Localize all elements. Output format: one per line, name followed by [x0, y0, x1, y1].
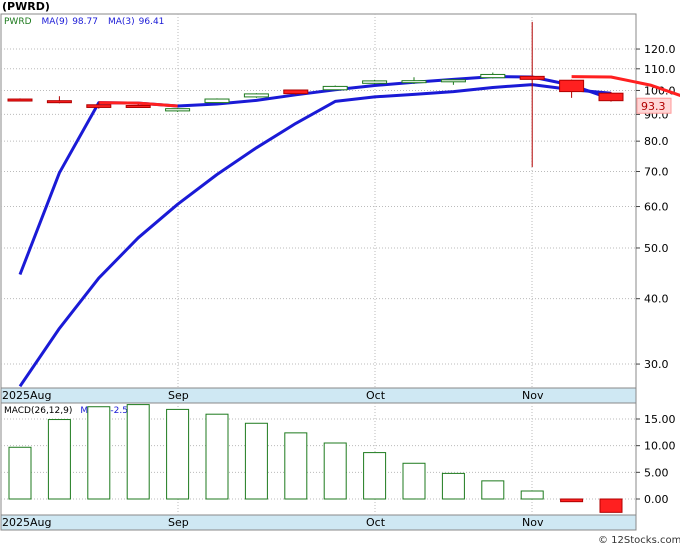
indicator-value: 96.41 — [139, 17, 165, 27]
macd-title: MACD(26,12,9) — [4, 406, 72, 416]
price-ytick-label: 40.0 — [644, 293, 669, 306]
candle-body — [243, 93, 269, 98]
price-ytick-label: 80.0 — [644, 135, 669, 148]
price-plot-frame — [0, 13, 637, 389]
candle-body — [519, 75, 545, 80]
candle-body — [480, 73, 506, 79]
indicator-value: 98.77 — [72, 17, 98, 27]
macd-ytick-label: 10.00 — [644, 440, 676, 453]
macd-xtick-label: Sep — [168, 516, 189, 529]
price-legend: PWRD MA(9) 98.77 MA(3) 96.41 — [4, 17, 164, 27]
candle-body — [598, 92, 624, 102]
price-xtick-label: Sep — [168, 389, 189, 402]
macd-bar — [8, 446, 32, 500]
macd-xtick-label: Oct — [366, 516, 386, 529]
macd-bar — [520, 490, 544, 500]
price-ytick-label: 120.0 — [644, 43, 676, 56]
macd-bar — [87, 406, 111, 500]
last-price-label: 93.3 — [641, 100, 666, 113]
macd-bar — [205, 413, 229, 500]
macd-bar — [402, 462, 426, 500]
indicator-label: MA(3) — [108, 17, 135, 27]
indicator-label: MA(9) — [42, 17, 69, 27]
candle-body — [283, 89, 309, 95]
candle-body — [165, 108, 191, 112]
chart-title: (PWRD) — [2, 0, 50, 13]
candle-body — [204, 98, 230, 104]
price-xtick-label: 2025Aug — [2, 389, 51, 402]
price-ytick-label: 60.0 — [644, 201, 669, 214]
price-xtick-label: Oct — [366, 389, 386, 402]
price-ytick-label: 50.0 — [644, 242, 669, 255]
macd-bar — [323, 442, 347, 500]
macd-xtick-label: 2025Aug — [2, 516, 51, 529]
chart-canvas: (PWRD)120.0110.0100.090.080.070.060.050.… — [0, 0, 680, 546]
macd-bar — [47, 419, 71, 500]
macd-legend: MACD(26,12,9)MACD:-2.50 — [4, 406, 134, 416]
macd-bar — [126, 404, 150, 500]
candle-body — [401, 80, 427, 84]
candle-body — [46, 100, 72, 104]
candle-body — [362, 80, 388, 84]
candle-body — [322, 85, 348, 91]
macd-bar — [363, 452, 387, 500]
macd-bar — [244, 422, 268, 500]
price-ytick-label: 70.0 — [644, 166, 669, 179]
candle-body — [559, 79, 585, 93]
macd-bar — [284, 432, 308, 500]
candle-body — [125, 104, 151, 108]
price-ytick-label: 30.0 — [644, 358, 669, 371]
macd-xtick-label: Nov — [522, 516, 544, 529]
ticker-label: PWRD — [4, 17, 32, 27]
macd-bar — [560, 498, 584, 503]
macd-ytick-label: 0.00 — [644, 493, 669, 506]
macd-bar — [481, 480, 505, 500]
candle-body — [86, 104, 112, 108]
stock-chart: (PWRD) 120.0 110.0 100.0 90.0 80.0 70.0 60.0 50.… — [0, 0, 680, 546]
macd-bar — [166, 408, 190, 500]
macd-bar — [599, 498, 623, 513]
title-bar — [0, 0, 680, 13]
macd-bar — [441, 472, 465, 500]
footer-credit: © 12Stocks.com — [598, 535, 680, 546]
price-xtick-label: Nov — [522, 389, 544, 402]
candle-body — [7, 98, 33, 102]
price-ytick-label: 110.0 — [644, 63, 676, 76]
candle-body — [440, 79, 466, 83]
macd-ytick-label: 5.00 — [644, 466, 669, 479]
macd-ytick-label: 15.00 — [644, 413, 676, 426]
